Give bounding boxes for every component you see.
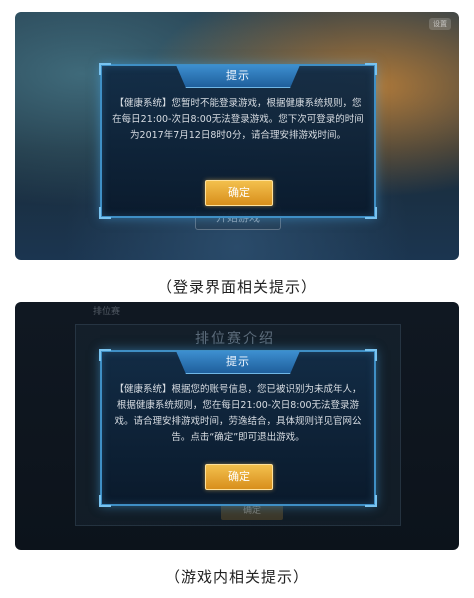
dialog-corner-decoration — [99, 63, 111, 75]
dialog-message: 【健康系统】您暂时不能登录游戏，根据健康系统规则，您在每日21:00-次日8:0… — [112, 98, 364, 141]
dialog-corner-decoration — [99, 207, 111, 219]
dialog-corner-decoration — [365, 495, 377, 507]
confirm-button[interactable]: 确定 — [205, 180, 273, 206]
dialog-message: 【健康系统】根据您的账号信息，您已被识别为未成年人，根据健康系统规则，您在每日2… — [114, 384, 362, 443]
dialog-corner-decoration — [99, 495, 111, 507]
login-caption: （登录界面相关提示） — [156, 278, 317, 296]
background-title: 排位赛介绍 — [195, 331, 275, 347]
dialog-corner-decoration — [99, 349, 111, 361]
dialog-corner-decoration — [365, 63, 377, 75]
dialog-title: 提示 — [176, 65, 300, 88]
health-system-dialog: 提示 【健康系统】您暂时不能登录游戏，根据健康系统规则，您在每日21:00-次日… — [99, 63, 377, 219]
ingame-caption: （游戏内相关提示） — [164, 568, 309, 586]
login-screenshot: 设置 开始游戏 提示 【健康系统】您暂时不能登录游戏，根据健康系统规则，您在每日… — [15, 12, 459, 260]
dialog-corner-decoration — [365, 349, 377, 361]
confirm-button[interactable]: 确定 — [205, 464, 273, 490]
settings-chip[interactable]: 设置 — [429, 18, 451, 30]
dialog-title: 提示 — [176, 351, 300, 374]
ingame-screenshot: 排位赛 排位赛介绍 确定 提示 【健康系统】根据您的账号信息，您已被识别为未成年… — [15, 302, 459, 550]
dialog-corner-decoration — [365, 207, 377, 219]
background-tab: 排位赛 — [93, 307, 121, 317]
health-system-dialog: 提示 【健康系统】根据您的账号信息，您已被识别为未成年人，根据健康系统规则，您在… — [99, 349, 377, 507]
